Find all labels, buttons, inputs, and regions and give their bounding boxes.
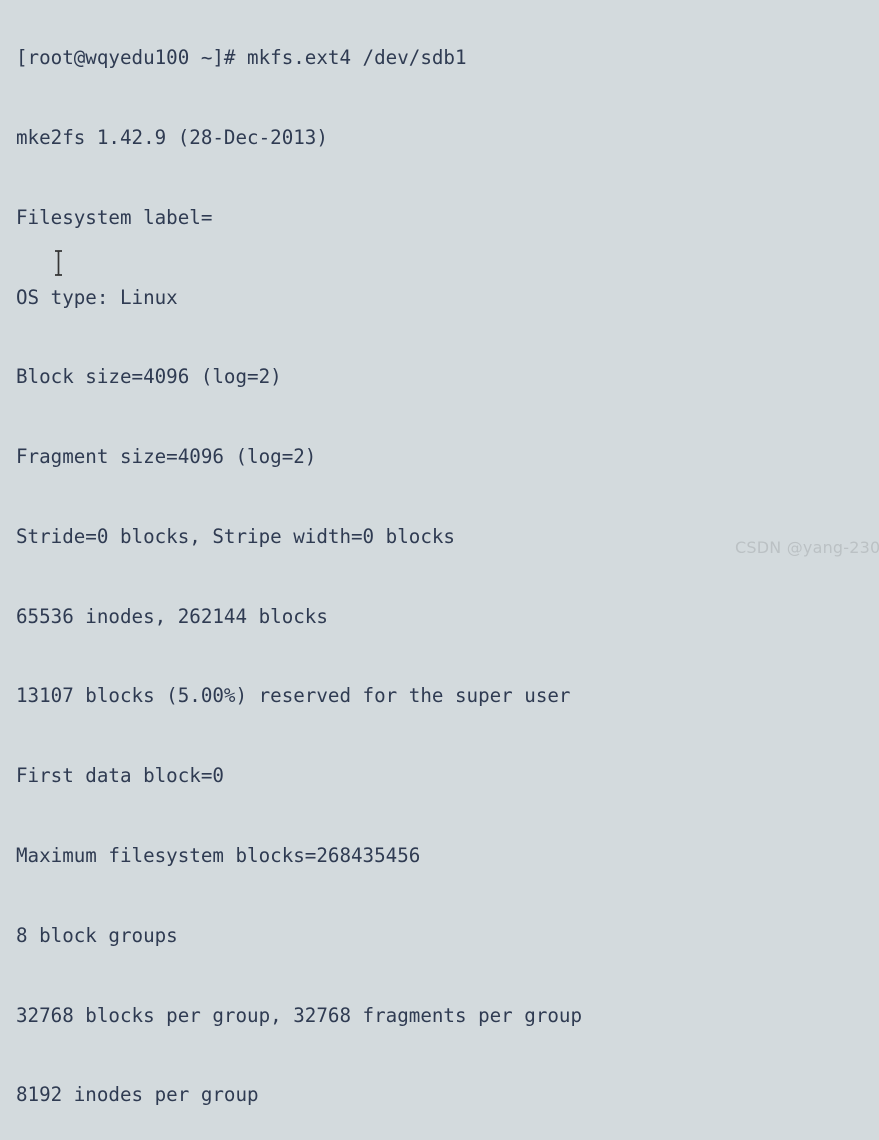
terminal-window[interactable]: [root@wqyedu100 ~]# mkfs.ext4 /dev/sdb1 … <box>0 0 879 1106</box>
terminal-line-fragment-size: Fragment size=4096 (log=2) <box>16 445 317 469</box>
terminal-line-block-groups: 8 block groups <box>16 923 178 947</box>
terminal-line-inodes-per-group: 8192 inodes per group <box>16 1083 259 1107</box>
terminal-line-os-type: OS type: Linux <box>16 285 178 309</box>
terminal-line-maximum-filesystem-blocks: Maximum filesystem blocks=268435456 <box>16 844 421 867</box>
terminal-line-version: mke2fs 1.42.9 (28-Dec-2013) <box>16 125 328 149</box>
terminal-line-filesystem-label: Filesystem label= <box>16 205 213 229</box>
terminal-line-reserved-blocks: 13107 blocks (5.00%) reserved for the su… <box>16 684 571 708</box>
terminal-line-blocks-per-group: 32768 blocks per group, 32768 fragments … <box>16 1003 583 1027</box>
terminal-line-command: [root@wqyedu100 ~]# mkfs.ext4 /dev/sdb1 <box>16 46 467 70</box>
terminal-line-first-data-block: First data block=0 <box>16 764 224 788</box>
terminal-line-stride-stripe: Stride=0 blocks, Stripe width=0 blocks <box>16 524 455 548</box>
terminal-line-block-size: Block size=4096 (log=2) <box>16 365 282 389</box>
terminal-output[interactable]: [root@wqyedu100 ~]# mkfs.ext4 /dev/sdb1 … <box>0 0 879 1140</box>
terminal-line-inodes-blocks: 65536 inodes, 262144 blocks <box>16 604 328 628</box>
